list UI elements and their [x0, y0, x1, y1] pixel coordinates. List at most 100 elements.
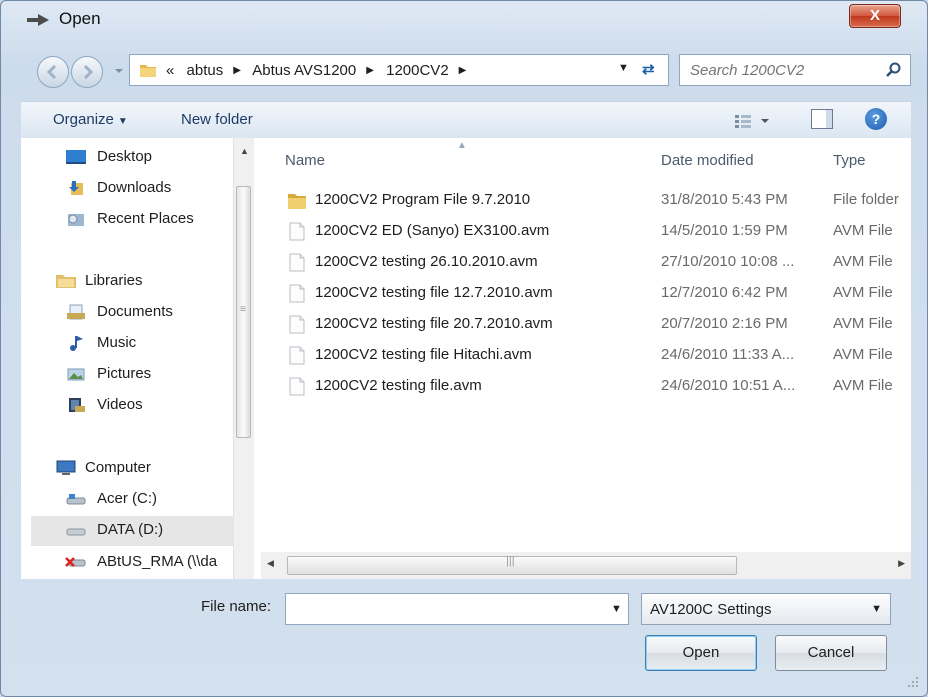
- file-row[interactable]: 1200CV2 ED (Sanyo) EX3100.avm 14/5/2010 1…: [261, 217, 911, 245]
- breadcrumb-overflow[interactable]: «: [166, 62, 174, 79]
- preview-pane-icon[interactable]: [811, 109, 833, 129]
- change-view-icon[interactable]: [733, 111, 773, 131]
- back-button[interactable]: [37, 56, 69, 88]
- file-row[interactable]: 1200CV2 testing file 12.7.2010.avm 12/7/2…: [261, 279, 911, 307]
- navigation-scrollbar[interactable]: ▲ ≡: [233, 138, 254, 579]
- file-name: 1200CV2 ED (Sanyo) EX3100.avm: [315, 222, 550, 239]
- file-type: AVM File: [833, 253, 893, 270]
- nav-item-label: Desktop: [97, 148, 153, 165]
- documents-icon: [67, 304, 85, 320]
- file-date: 20/7/2010 2:16 PM: [661, 315, 788, 332]
- nav-item-label: Videos: [97, 396, 143, 413]
- nav-item-label: Acer (C:): [97, 490, 157, 507]
- nav-item-label: Downloads: [97, 179, 172, 196]
- open-button[interactable]: Open: [645, 635, 757, 671]
- nav-item-data-d[interactable]: DATA (D:): [31, 516, 233, 546]
- address-bar[interactable]: « abtus ▶ Abtus AVS1200 ▶ 1200CV2 ▶ ▼ ⇄: [129, 54, 669, 86]
- breadcrumb-separator-icon[interactable]: ▶: [459, 65, 467, 76]
- recent-places-icon: [68, 214, 84, 226]
- file-type: AVM File: [833, 377, 893, 394]
- file-date: 31/8/2010 5:43 PM: [661, 191, 788, 208]
- file-row[interactable]: 1200CV2 testing file 20.7.2010.avm 20/7/2…: [261, 310, 911, 338]
- file-name: 1200CV2 Program File 9.7.2010: [315, 191, 531, 208]
- dialog-title: Open: [59, 9, 101, 28]
- column-header-name[interactable]: Name: [285, 152, 325, 169]
- folder-icon: [288, 191, 306, 210]
- file-name-input[interactable]: [285, 593, 629, 625]
- column-header-type[interactable]: Type: [833, 152, 866, 169]
- title-bar[interactable]: Open X: [1, 1, 927, 35]
- open-arrow-icon: [27, 14, 49, 26]
- desktop-icon: [66, 150, 86, 164]
- new-folder-button[interactable]: New folder: [181, 111, 253, 128]
- horizontal-scrollbar[interactable]: ◀ ||| ▶: [261, 552, 911, 579]
- file-type: AVM File: [833, 222, 893, 239]
- file-date: 24/6/2010 10:51 A...: [661, 377, 796, 394]
- breadcrumb-separator-icon[interactable]: ▶: [233, 65, 241, 76]
- search-box[interactable]: [679, 54, 911, 86]
- file-row[interactable]: 1200CV2 testing file Hitachi.avm 24/6/201…: [261, 341, 911, 369]
- file-name: 1200CV2 testing file.avm: [315, 377, 482, 394]
- close-button[interactable]: X: [849, 4, 901, 28]
- scroll-up-icon[interactable]: ▲: [240, 146, 249, 156]
- navigation-pane[interactable]: Desktop Downloads Recent Places Librarie…: [21, 138, 233, 579]
- breadcrumb-separator-icon[interactable]: ▶: [366, 65, 374, 76]
- computer-icon: [56, 460, 76, 475]
- file-row[interactable]: 1200CV2 testing 26.10.2010.avm 27/10/2010…: [261, 248, 911, 276]
- file-date: 12/7/2010 6:42 PM: [661, 284, 788, 301]
- column-header-date[interactable]: Date modified: [661, 152, 754, 169]
- cancel-button[interactable]: Cancel: [775, 635, 887, 671]
- drive-icon: [66, 494, 86, 505]
- help-button[interactable]: ?: [865, 108, 887, 130]
- nav-item-label: Libraries: [85, 272, 143, 289]
- command-bar: Organize ▼ New folder ?: [21, 101, 911, 139]
- scroll-left-icon[interactable]: ◀: [267, 558, 274, 569]
- file-date: 24/6/2010 11:33 A...: [661, 346, 795, 363]
- file-type-select[interactable]: AV1200C Settings ▼: [641, 593, 891, 625]
- breadcrumb-abtus-avs1200[interactable]: Abtus AVS1200: [252, 62, 356, 79]
- file-icon: [288, 284, 306, 303]
- folder-icon: [140, 65, 156, 77]
- scroll-right-icon[interactable]: ▶: [898, 558, 905, 569]
- back-arrow-icon: [46, 64, 57, 80]
- file-row[interactable]: 1200CV2 Program File 9.7.2010 31/8/2010 5…: [261, 186, 911, 214]
- nav-item-label: Computer: [85, 459, 151, 476]
- address-dropdown-icon[interactable]: ▼: [618, 62, 629, 74]
- scroll-grip-icon: ≡: [240, 304, 246, 315]
- network-drive-icon: [65, 557, 86, 567]
- file-name: 1200CV2 testing file 12.7.2010.avm: [315, 284, 553, 301]
- nav-item-label: ABtUS_RMA (\\da: [97, 553, 218, 570]
- content-area: Desktop Downloads Recent Places Librarie…: [21, 138, 911, 579]
- file-name-label: File name:: [201, 598, 272, 615]
- resize-grip-icon[interactable]: [907, 676, 919, 688]
- videos-icon: [69, 398, 85, 412]
- file-row[interactable]: 1200CV2 testing file.avm 24/6/2010 10:51 …: [261, 372, 911, 400]
- file-type: AVM File: [833, 315, 893, 332]
- file-type-dropdown-icon: ▼: [871, 603, 882, 615]
- sort-caret-icon: ▲: [457, 140, 467, 151]
- file-list[interactable]: ▲ Name Date modified Type 1200CV2 Progra…: [261, 138, 911, 579]
- file-date: 14/5/2010 1:59 PM: [661, 222, 788, 239]
- file-icon: [288, 222, 306, 241]
- breadcrumb: « abtus ▶ Abtus AVS1200 ▶ 1200CV2 ▶: [166, 62, 474, 79]
- refresh-icon[interactable]: ⇄: [642, 60, 664, 80]
- organize-menu[interactable]: Organize ▼: [53, 111, 128, 128]
- file-type: File folder: [833, 191, 899, 208]
- file-icon: [288, 346, 306, 365]
- breadcrumb-1200cv2[interactable]: 1200CV2: [386, 62, 449, 79]
- libraries-icon: [56, 275, 76, 288]
- file-name-dropdown-icon[interactable]: ▼: [611, 603, 622, 615]
- nav-item-label: Pictures: [97, 365, 152, 382]
- search-input[interactable]: [688, 61, 872, 80]
- file-icon: [288, 315, 306, 334]
- search-icon[interactable]: [886, 62, 902, 78]
- recent-locations-dropdown-icon[interactable]: [113, 63, 125, 79]
- breadcrumb-abtus[interactable]: abtus: [187, 62, 224, 79]
- pictures-icon: [67, 368, 85, 381]
- open-dialog: Open X « abtus ▶ Abtus AVS1200 ▶ 1200CV2 ▶ …: [0, 0, 928, 697]
- music-icon: [70, 336, 83, 351]
- forward-button[interactable]: [71, 56, 103, 88]
- nav-item-label: Documents: [97, 303, 173, 320]
- nav-item-label: DATA (D:): [97, 521, 164, 538]
- scroll-grip-icon: |||: [506, 555, 515, 567]
